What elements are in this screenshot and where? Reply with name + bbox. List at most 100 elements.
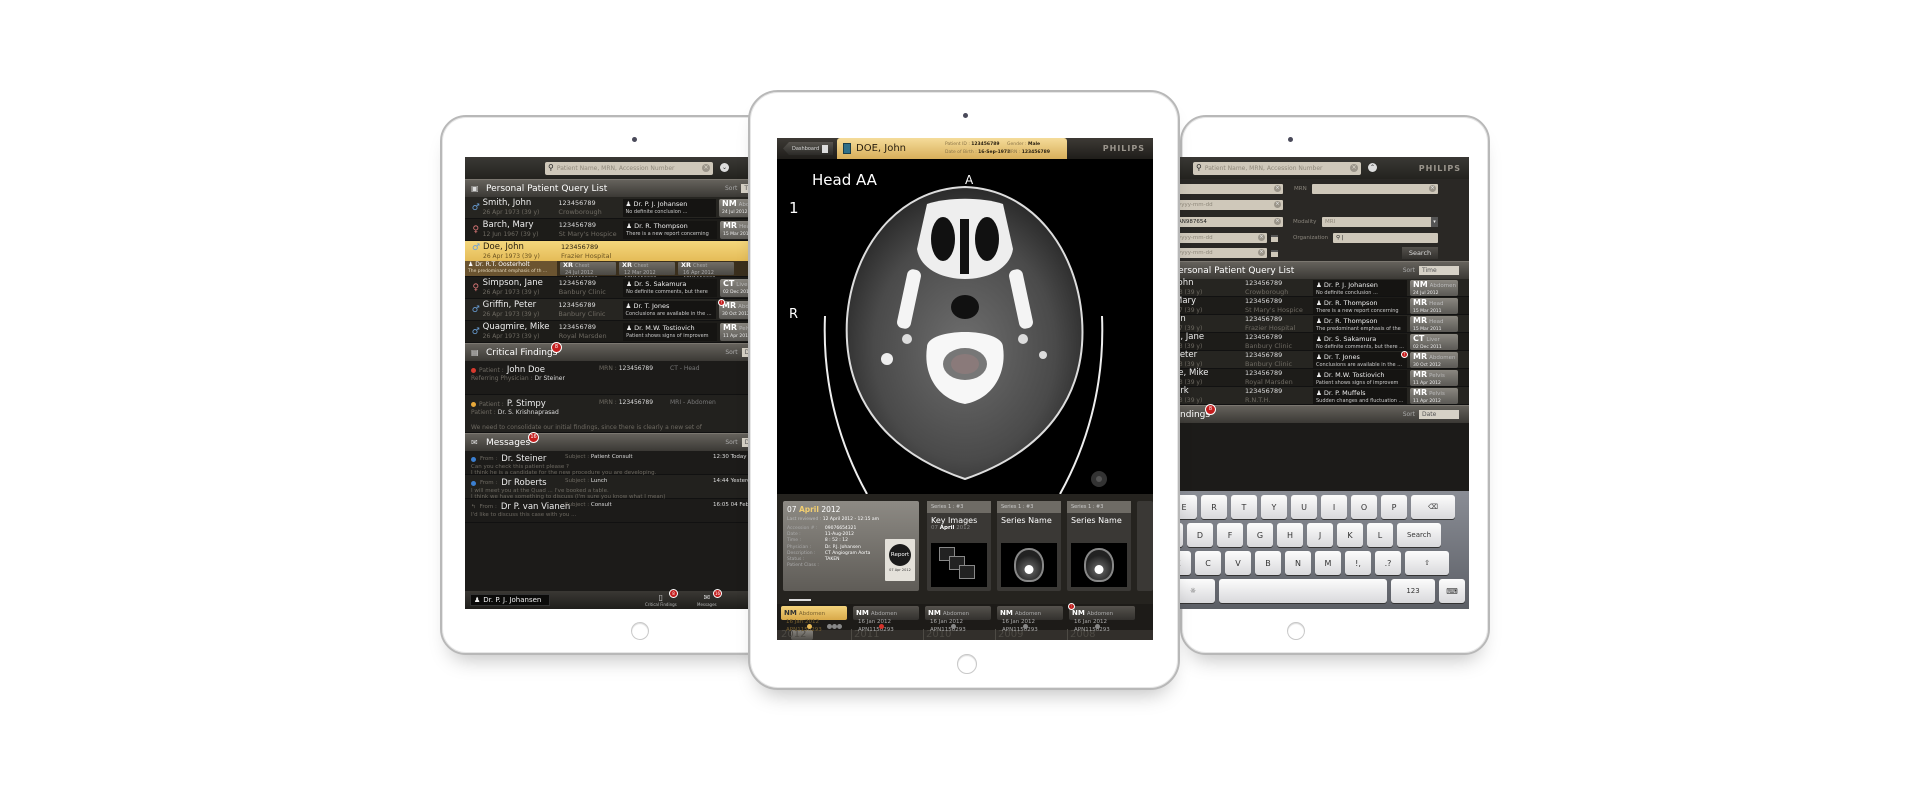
physician-note[interactable]: ♟ Dr. R. Thompson The predominant emphasi… (1313, 315, 1407, 340)
numbers-key[interactable]: 123 (1391, 579, 1435, 603)
search-key[interactable]: Search (1397, 523, 1441, 547)
study-chip[interactable]: CT Liver 02 Dec 2011 (1410, 333, 1458, 350)
sort-select[interactable]: Date (1419, 410, 1459, 419)
home-button[interactable] (1287, 622, 1305, 640)
series-card[interactable]: Series 1 : #3 Series Name (1067, 501, 1131, 591)
current-user[interactable]: ♟ Dr. P. J. Johansen (470, 594, 550, 606)
clear-icon[interactable]: × (1429, 185, 1436, 192)
patient-row[interactable]: ark 73 (39 y) 123456789 R.N.T.H. ♟ Dr. P. Mu… (1167, 386, 1469, 405)
clear-icon[interactable]: × (1274, 218, 1281, 225)
name-field[interactable]: × (1175, 184, 1283, 194)
key[interactable]: P (1381, 495, 1407, 519)
dashboard-button[interactable]: Dashboard (783, 142, 833, 155)
series-card[interactable]: Series 1 : #3 Series Name (997, 501, 1061, 591)
key[interactable]: H (1277, 523, 1303, 547)
key[interactable]: I (1321, 495, 1347, 519)
key[interactable]: G (1247, 523, 1273, 547)
physician-note[interactable]: ♟ Dr. P. J. Johansen No definite conclusi… (1313, 279, 1407, 296)
clear-icon[interactable]: × (1350, 163, 1358, 172)
patient-row[interactable]: ♂ Smith, John 26 Apr 1973 (39 y) 123456789 C… (465, 197, 765, 219)
modality-select[interactable]: MRI ▾ (1322, 217, 1438, 227)
timeline-study[interactable]: NM Abdomen 16 Jan 2012 APN1150293 (781, 606, 847, 633)
message-item[interactable]: From : Dr Roberts Subject : Lunch 14:44 Yes… (465, 475, 765, 500)
study-chip[interactable]: XRChest24 Jul 2012 APN1150293 (560, 262, 616, 282)
report-button[interactable]: Report 07 Apr 2012 (885, 539, 915, 581)
physician-note[interactable]: ♟ Dr. R.T. Oosterholt The predominant emp… (465, 261, 557, 276)
physician-note[interactable]: ♟ Dr. S. Sakamura No definite comments, b… (1313, 333, 1407, 350)
home-button[interactable] (631, 622, 649, 640)
space-key[interactable] (1219, 579, 1387, 603)
study-chip[interactable]: MR Pelvis 11 Apr 2012 (1410, 369, 1458, 386)
timeline-marker[interactable] (807, 624, 812, 629)
clear-icon[interactable]: × (702, 163, 710, 172)
timeline-marker[interactable] (1023, 624, 1028, 629)
key[interactable]: T (1231, 495, 1257, 519)
series-card[interactable]: Series 1 : #3 Key Images 07 April 2012 (927, 501, 991, 591)
timeline-study[interactable]: NM Abdomen 16 Jan 2012 APN1150293 (997, 606, 1063, 633)
key[interactable]: C (1195, 551, 1221, 575)
message-item[interactable]: From : Dr. Steiner Subject : Patient Consu… (465, 451, 765, 476)
key[interactable]: .? (1375, 551, 1401, 575)
patient-row[interactable]: hn 67 (39 y) 123456789 Frazier Hospital ♟ Dr… (1167, 314, 1469, 340)
tab-messages[interactable]: ✉ Messages 16 (697, 589, 722, 607)
clear-icon[interactable]: × (1274, 201, 1281, 208)
sort-control[interactable]: Sort Date (1403, 410, 1459, 419)
key[interactable]: B (1255, 551, 1281, 575)
patient-row[interactable]: John 73 (39 y) 123456789 Crowborough ♟ Dr. P… (1167, 278, 1469, 297)
date-from-field[interactable]: yyyy-mm-dd × (1175, 233, 1267, 243)
key[interactable]: V (1225, 551, 1251, 575)
patient-row[interactable]: ♂ Doe, John 26 Apr 1973 (39 y) 123456789 Fra… (465, 241, 765, 282)
timeline-marker[interactable] (951, 624, 956, 629)
backspace-key[interactable]: ⌫ (1411, 495, 1455, 519)
timeline-marker-cluster[interactable] (837, 624, 842, 629)
calendar-icon[interactable] (1271, 235, 1278, 242)
patient-tab[interactable]: DOE, John Patient ID : 123456789 Date of… (837, 138, 1067, 159)
study-chip[interactable]: MR Head 15 Mar 2011 (1410, 297, 1458, 314)
physician-note[interactable]: ♟ Dr. P. Muffels Sudden changes and fluct… (1313, 387, 1407, 404)
sort-select[interactable]: Time (1419, 266, 1459, 275)
clear-icon[interactable]: × (1258, 234, 1265, 241)
patient-row[interactable]: ♂ Griffin, Peter 26 Apr 1973 (39 y) 1234567… (465, 299, 765, 321)
shift-key[interactable]: ⇧ (1405, 551, 1449, 575)
physician-note[interactable]: ♟ Dr. T. Jones Conclusions are available … (622, 300, 716, 319)
key[interactable]: Y (1261, 495, 1287, 519)
patient-row[interactable]: Peter 73 (39 y) 123456789 Banbury Clinic ♟ D… (1167, 350, 1469, 369)
series-card-partial[interactable] (1137, 501, 1153, 591)
key[interactable]: R (1201, 495, 1227, 519)
physician-note[interactable]: ♟ Dr. T. Jones Conclusions are available … (1313, 351, 1407, 368)
timeline-marker[interactable] (1095, 624, 1100, 629)
patient-row[interactable]: ♀ Barch, Mary 12 Jun 1967 (39 y) 123456789 S… (465, 219, 765, 245)
physician-note[interactable]: ♟ Dr. R. Thompson There is a new report c… (1313, 297, 1407, 322)
clear-icon[interactable]: × (1274, 185, 1281, 192)
clear-icon[interactable]: × (1258, 249, 1265, 256)
date-to-field[interactable]: yyyy-mm-dd × (1175, 248, 1267, 258)
timeline-marker[interactable] (879, 624, 884, 629)
image-viewport[interactable]: Head AA 1 A R (777, 159, 1153, 494)
study-chip[interactable]: XRChest16 Apr 2012 APN1150293 (678, 262, 734, 282)
study-chip[interactable]: NMAbdomen24 Jul 2012 (1410, 279, 1458, 296)
accession-field[interactable]: AN987654 × (1175, 217, 1283, 227)
organization-field[interactable]: ⚲ | (1333, 233, 1438, 243)
key[interactable]: L (1367, 523, 1393, 547)
physician-note[interactable]: ♟ Dr. M.W. Tostiovich Patient shows signs… (623, 322, 717, 347)
study-chip[interactable]: XRChest12 Mar 2012 APN1150293 (619, 262, 675, 282)
patient-row[interactable]: n, Jane 73 (39 y) 123456789 Banbury Clinic ♟… (1167, 332, 1469, 351)
physician-note[interactable]: ♟ Dr. P. J. Johansen No definite conclusi… (622, 198, 716, 217)
study-chip[interactable]: MR Pelvis 11 Apr 2012 (1410, 387, 1458, 404)
home-button[interactable] (957, 654, 977, 674)
search-button[interactable]: Search (1402, 247, 1438, 259)
physician-note[interactable]: ♟ Dr. S. Sakamura No definite comments, b… (623, 278, 717, 303)
key[interactable]: O (1351, 495, 1377, 519)
timeline-study[interactable]: NM Abdomen 16 Jan 2012 APN1150293 (925, 606, 991, 633)
critical-finding-item[interactable]: Patient : John Doe MRN : 123456789 CT - Hea… (465, 361, 765, 395)
physician-note[interactable]: ♟ Dr. R. Thompson There is a new report c… (623, 220, 717, 245)
mrn-field[interactable]: × (1312, 184, 1438, 194)
calendar-icon[interactable] (1271, 250, 1278, 257)
patient-row[interactable]: Mary 67 (39 y) 123456789 St Mary's Hospice ♟… (1167, 296, 1469, 322)
timeline-study[interactable]: NM Abdomen 16 Jan 2012 APN1150293! (1068, 603, 1135, 633)
sort-control[interactable]: Sort Time (1403, 266, 1459, 275)
message-item[interactable]: ↰ From : Dr P. van Vianen Subject : Consult… (465, 499, 765, 523)
timeline-study[interactable]: NM Abdomen 16 Jan 2012 APN1150293 (853, 606, 919, 633)
key[interactable]: U (1291, 495, 1317, 519)
filter-toggle-button[interactable]: ⌄ (720, 163, 729, 172)
